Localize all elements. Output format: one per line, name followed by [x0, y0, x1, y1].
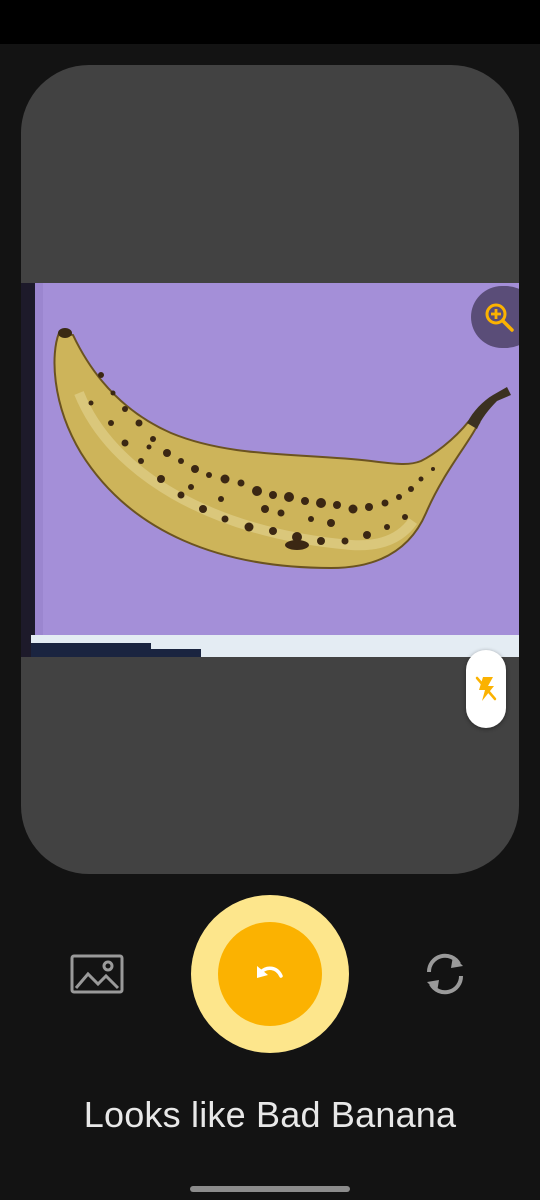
prediction-result: Looks like Bad Banana: [83, 1094, 457, 1135]
capture-button-inner[interactable]: [218, 922, 322, 1026]
zoom-in-icon: [485, 303, 514, 332]
captured-photo: [21, 283, 519, 657]
flash-toggle[interactable]: [466, 650, 506, 728]
gallery-icon: [70, 954, 124, 994]
undo-icon: [257, 966, 283, 978]
navigation-handle[interactable]: [190, 1186, 350, 1192]
camera-viewfinder[interactable]: [21, 65, 519, 874]
status-bar: [0, 0, 540, 44]
switch-camera-button[interactable]: [416, 946, 474, 1002]
gallery-button[interactable]: [66, 948, 128, 1000]
capture-button[interactable]: [191, 895, 349, 1053]
flash-off-icon: [475, 676, 497, 701]
banana-image: [21, 283, 519, 657]
switch-camera-icon: [426, 953, 464, 995]
